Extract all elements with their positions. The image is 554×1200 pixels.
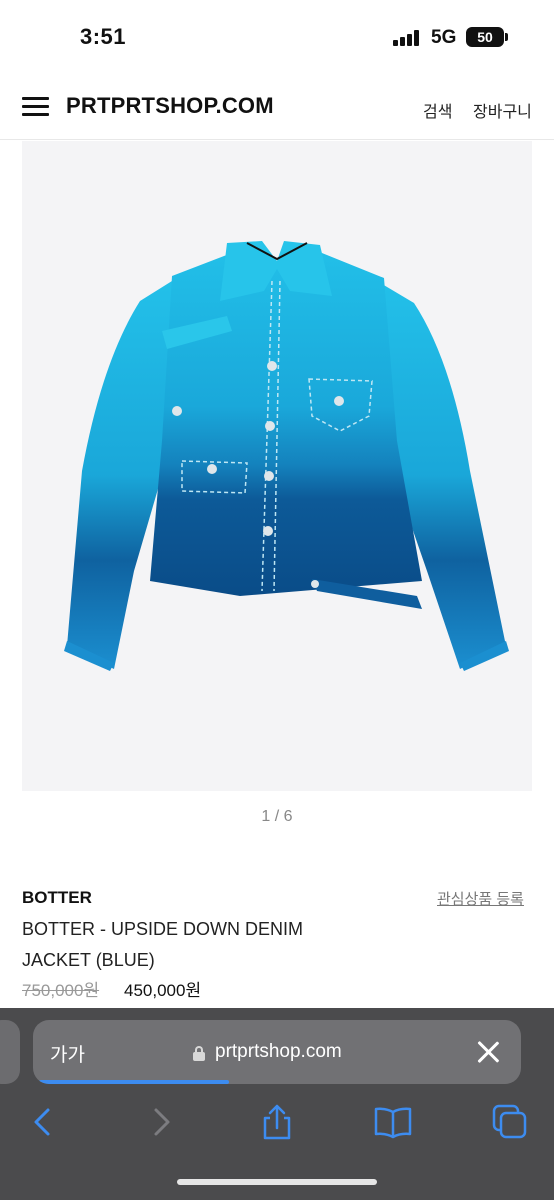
bookmarks-icon[interactable] bbox=[373, 1102, 413, 1142]
product-image[interactable] bbox=[22, 141, 532, 791]
battery-tip bbox=[505, 33, 508, 41]
forward-icon[interactable] bbox=[142, 1102, 182, 1142]
battery-icon: 50 bbox=[466, 27, 504, 47]
page-load-progress bbox=[39, 1080, 230, 1084]
network-type: 5G bbox=[431, 27, 457, 48]
denim-jacket-illustration bbox=[64, 241, 509, 671]
image-pager: 1 / 6 bbox=[261, 808, 293, 825]
cart-link[interactable]: 장바구니 bbox=[473, 98, 532, 122]
close-icon[interactable] bbox=[476, 1040, 500, 1064]
previous-tab-peek[interactable] bbox=[0, 1020, 20, 1084]
status-time: 3:51 bbox=[80, 24, 127, 49]
site-title[interactable]: PRTPRTSHOP.COM bbox=[66, 93, 274, 119]
url-text[interactable]: prtprtshop.com bbox=[215, 1041, 342, 1063]
status-bar: 3:51 5G 50 bbox=[0, 0, 554, 72]
original-price: 750,000원 bbox=[22, 981, 100, 1000]
back-icon[interactable] bbox=[22, 1102, 62, 1142]
product-name: BOTTER - UPSIDE DOWN DENIM JACKET (BLUE) bbox=[22, 919, 304, 970]
hamburger-menu-icon[interactable] bbox=[22, 97, 49, 117]
search-link[interactable]: 검색 bbox=[423, 98, 452, 122]
product-brand[interactable]: BOTTER bbox=[22, 888, 92, 908]
cellular-signal-icon bbox=[393, 30, 421, 46]
browser-toolbar: 가가 prtprtshop.com bbox=[0, 1008, 554, 1200]
share-icon[interactable] bbox=[257, 1102, 297, 1142]
address-bar[interactable]: 가가 prtprtshop.com bbox=[33, 1020, 521, 1084]
home-indicator bbox=[177, 1179, 377, 1185]
tabs-icon[interactable] bbox=[490, 1102, 530, 1142]
lock-icon bbox=[193, 1046, 205, 1061]
text-size-button[interactable]: 가가 bbox=[50, 1040, 85, 1067]
wishlist-link[interactable]: 관심상품 등록 bbox=[437, 888, 524, 909]
site-header: PRTPRTSHOP.COM 검색 장바구니 bbox=[0, 72, 554, 140]
sale-price: 450,000원 bbox=[124, 981, 202, 1000]
